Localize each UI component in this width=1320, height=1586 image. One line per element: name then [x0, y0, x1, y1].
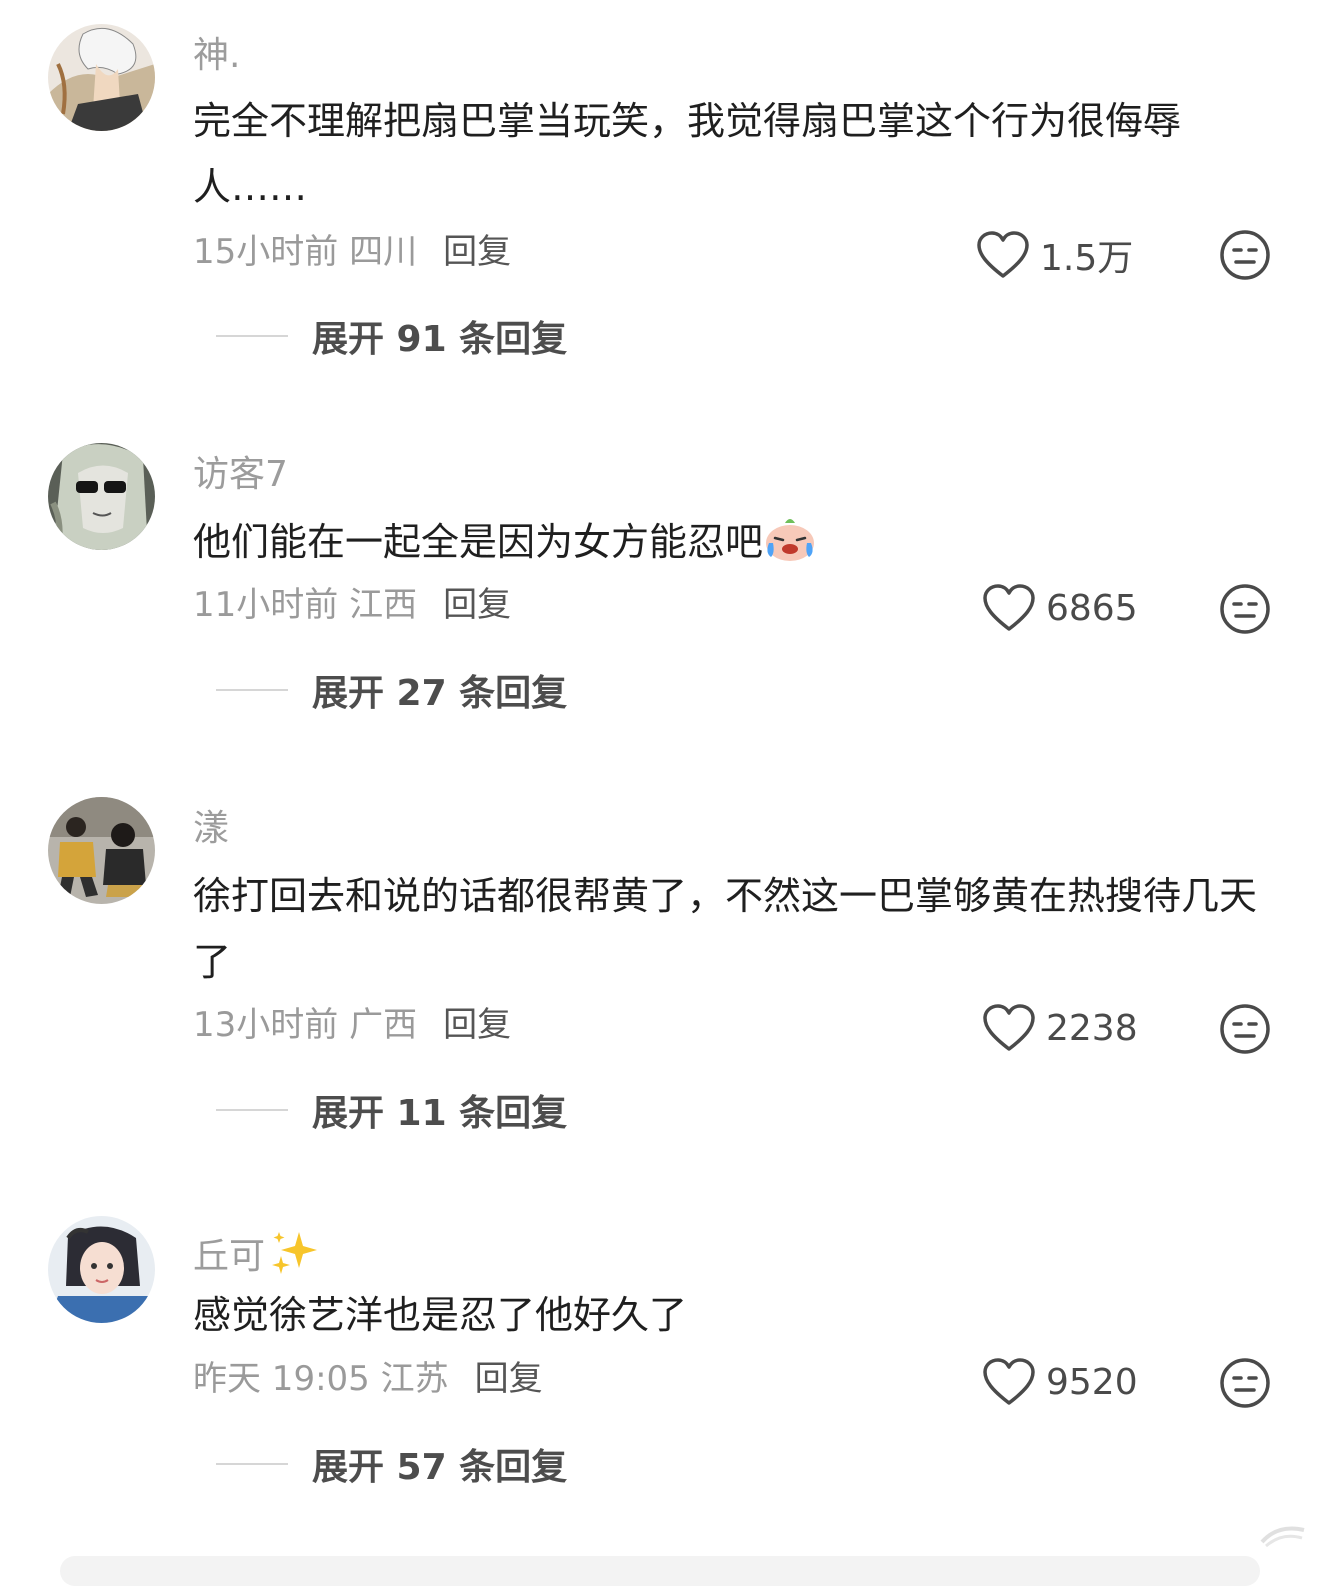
- divider-line: [216, 1463, 288, 1465]
- comment-meta: 13小时前 广西 回复: [193, 1003, 511, 1047]
- expand-replies-label: 展开 11 条回复: [312, 1093, 568, 1134]
- sparkles-emoji: [272, 1232, 318, 1274]
- avatar[interactable]: [48, 1216, 155, 1323]
- username-text: 丘可: [193, 1236, 266, 1277]
- laughing-crying-emoji: [766, 519, 815, 561]
- avatar[interactable]: [48, 797, 155, 904]
- like-count: 1.5万: [1040, 238, 1134, 279]
- comment-text: 感觉徐艺洋也是忍了他好久了: [193, 1293, 688, 1337]
- avatar[interactable]: [48, 443, 155, 550]
- username[interactable]: 访客7: [193, 453, 288, 497]
- reply-button[interactable]: 回复: [443, 232, 511, 272]
- like-button[interactable]: 2238: [982, 1003, 1138, 1053]
- neutral-face-icon: [1220, 584, 1270, 634]
- expand-replies-button[interactable]: 展开 11 条回复: [216, 1084, 567, 1136]
- like-count: 6865: [1046, 587, 1138, 629]
- dislike-button[interactable]: [1219, 1003, 1271, 1055]
- reply-button[interactable]: 回复: [475, 1359, 543, 1399]
- comment-text-content: 他们能在一起全是因为女方能忍吧: [193, 520, 764, 564]
- divider-line: [216, 689, 288, 691]
- divider-line: [216, 1109, 288, 1111]
- reply-button[interactable]: 回复: [443, 585, 511, 625]
- like-button[interactable]: 6865: [982, 583, 1138, 633]
- divider-line: [216, 335, 288, 337]
- neutral-face-icon: [1220, 1004, 1270, 1054]
- time-location: 15小时前 四川: [193, 232, 418, 272]
- avatar[interactable]: [48, 24, 155, 131]
- expand-replies-button[interactable]: 展开 27 条回复: [216, 664, 567, 716]
- expand-replies-label: 展开 57 条回复: [312, 1447, 568, 1488]
- heart-outline-icon: [977, 231, 1029, 278]
- dislike-button[interactable]: [1219, 229, 1271, 281]
- time-location: 11小时前 江西: [193, 585, 418, 625]
- comment-meta: 昨天 19:05 江苏 回复: [193, 1357, 543, 1401]
- expand-replies-button[interactable]: 展开 91 条回复: [216, 310, 567, 362]
- expand-replies-label: 展开 27 条回复: [312, 673, 568, 714]
- username[interactable]: 漾: [193, 807, 229, 851]
- heart-outline-icon: [983, 584, 1035, 631]
- dislike-button[interactable]: [1219, 583, 1271, 635]
- expand-replies-label: 展开 91 条回复: [312, 319, 568, 360]
- comment-text: 他们能在一起全是因为女方能忍吧: [193, 509, 1263, 575]
- like-count: 9520: [1046, 1361, 1138, 1403]
- reply-button[interactable]: 回复: [443, 1005, 511, 1045]
- username[interactable]: 神.: [193, 34, 240, 78]
- neutral-face-icon: [1220, 1358, 1270, 1408]
- like-button[interactable]: 9520: [982, 1357, 1138, 1407]
- comment-meta: 11小时前 江西 回复: [193, 583, 511, 627]
- comment-text: 完全不理解把扇巴掌当玩笑，我觉得扇巴掌这个行为很侮辱人……: [193, 99, 1182, 209]
- time-location: 昨天 19:05 江苏: [193, 1359, 449, 1399]
- like-button[interactable]: 1.5万: [976, 229, 1133, 281]
- bottom-input-bar[interactable]: [60, 1556, 1260, 1586]
- neutral-face-icon: [1220, 230, 1270, 280]
- heart-outline-icon: [983, 1358, 1035, 1405]
- dislike-button[interactable]: [1219, 1357, 1271, 1409]
- time-location: 13小时前 广西: [193, 1005, 418, 1045]
- comment-text: 徐打回去和说的话都很帮黄了，不然这一巴掌够黄在热搜待几天了: [193, 874, 1258, 984]
- watermark-logo: [1260, 1526, 1305, 1548]
- comment-meta: 15小时前 四川 回复: [193, 230, 511, 274]
- like-count: 2238: [1046, 1007, 1138, 1049]
- username[interactable]: 丘可: [193, 1226, 321, 1279]
- expand-replies-button[interactable]: 展开 57 条回复: [216, 1438, 567, 1490]
- heart-outline-icon: [983, 1004, 1035, 1051]
